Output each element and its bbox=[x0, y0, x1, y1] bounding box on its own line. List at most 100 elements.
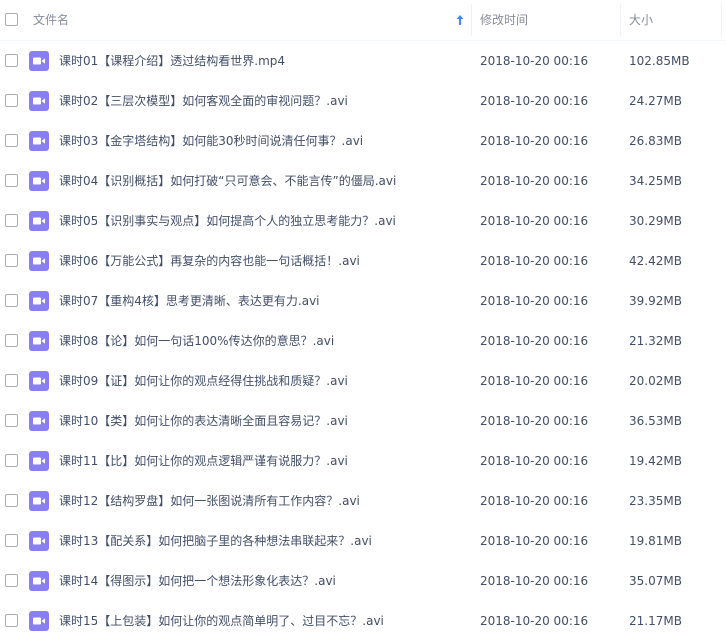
video-file-icon bbox=[29, 371, 49, 391]
video-file-icon bbox=[29, 411, 49, 431]
file-size: 36.53MB bbox=[629, 414, 682, 428]
row-checkbox[interactable] bbox=[5, 294, 18, 307]
file-name[interactable]: 课时06【万能公式】再复杂的内容也能一句话概括！.avi bbox=[59, 241, 360, 281]
row-checkbox[interactable] bbox=[5, 374, 18, 387]
column-header-size[interactable]: 大小 bbox=[629, 0, 653, 40]
file-name[interactable]: 课时08【论】如何一句话100%传达你的意思？.avi bbox=[59, 321, 334, 361]
video-file-icon bbox=[29, 491, 49, 511]
row-checkbox[interactable] bbox=[5, 214, 18, 227]
video-file-icon bbox=[29, 331, 49, 351]
row-checkbox[interactable] bbox=[5, 414, 18, 427]
file-size: 30.29MB bbox=[629, 214, 682, 228]
file-name[interactable]: 课时02【三层次模型】如何客观全面的审视问题？.avi bbox=[59, 81, 348, 121]
file-row[interactable]: 课时03【金字塔结构】如何能30秒时间说清任何事？.avi 2018-10-20 … bbox=[0, 121, 726, 161]
row-checkbox[interactable] bbox=[5, 334, 18, 347]
file-name[interactable]: 课时03【金字塔结构】如何能30秒时间说清任何事？.avi bbox=[59, 121, 363, 161]
file-row[interactable]: 课时14【得图示】如何把一个想法形象化表达？.avi 2018-10-20 00:… bbox=[0, 561, 726, 601]
file-size: 19.81MB bbox=[629, 534, 682, 548]
file-name[interactable]: 课时11【比】如何让你的观点逻辑严谨有说服力？.avi bbox=[59, 441, 348, 481]
file-row[interactable]: 课时09【证】如何让你的观点经得住挑战和质疑？.avi 2018-10-20 00… bbox=[0, 361, 726, 401]
video-file-icon bbox=[29, 211, 49, 231]
file-size: 102.85MB bbox=[629, 54, 690, 68]
row-checkbox[interactable] bbox=[5, 174, 18, 187]
video-file-icon bbox=[29, 571, 49, 591]
file-modified-time: 2018-10-20 00:16 bbox=[480, 494, 589, 508]
row-checkbox[interactable] bbox=[5, 574, 18, 587]
file-modified-time: 2018-10-20 00:16 bbox=[480, 534, 589, 548]
arrow-up-icon[interactable] bbox=[454, 14, 466, 26]
column-divider[interactable] bbox=[620, 4, 621, 36]
file-modified-time: 2018-10-20 00:16 bbox=[480, 254, 589, 268]
file-row[interactable]: 课时11【比】如何让你的观点逻辑严谨有说服力？.avi 2018-10-20 00… bbox=[0, 441, 726, 481]
file-modified-time: 2018-10-20 00:16 bbox=[480, 334, 589, 348]
file-row[interactable]: 课时12【结构罗盘】如何一张图说清所有工作内容？.avi 2018-10-20 0… bbox=[0, 481, 726, 521]
file-size: 35.07MB bbox=[629, 574, 682, 588]
file-name[interactable]: 课时07【重构4核】思考更清晰、表达更有力.avi bbox=[59, 281, 320, 321]
file-modified-time: 2018-10-20 00:16 bbox=[480, 614, 589, 628]
file-name[interactable]: 课时12【结构罗盘】如何一张图说清所有工作内容？.avi bbox=[59, 481, 360, 521]
row-checkbox[interactable] bbox=[5, 134, 18, 147]
file-modified-time: 2018-10-20 00:16 bbox=[480, 374, 589, 388]
file-modified-time: 2018-10-20 00:16 bbox=[480, 574, 589, 588]
file-name[interactable]: 课时14【得图示】如何把一个想法形象化表达？.avi bbox=[59, 561, 336, 601]
file-modified-time: 2018-10-20 00:16 bbox=[480, 94, 589, 108]
file-size: 21.32MB bbox=[629, 334, 682, 348]
file-row[interactable]: 课时01【课程介绍】透过结构看世界.mp4 2018-10-20 00:16 102… bbox=[0, 41, 726, 81]
select-all-checkbox[interactable] bbox=[5, 13, 18, 26]
file-modified-time: 2018-10-20 00:16 bbox=[480, 414, 589, 428]
file-row[interactable]: 课时06【万能公式】再复杂的内容也能一句话概括！.avi 2018-10-20 0… bbox=[0, 241, 726, 281]
video-file-icon bbox=[29, 451, 49, 471]
row-checkbox[interactable] bbox=[5, 94, 18, 107]
file-name[interactable]: 课时01【课程介绍】透过结构看世界.mp4 bbox=[59, 41, 285, 81]
video-file-icon bbox=[29, 171, 49, 191]
file-list: 文件名 修改时间 大小 课时01【课程介绍】透过结构看世界.mp4 2018-10… bbox=[0, 0, 726, 641]
file-rows: 课时01【课程介绍】透过结构看世界.mp4 2018-10-20 00:16 102… bbox=[0, 41, 726, 641]
file-modified-time: 2018-10-20 00:16 bbox=[480, 174, 589, 188]
file-row[interactable]: 课时04【识别概括】如何打破“只可意会、不能言传”的僵局.avi 2018-10-… bbox=[0, 161, 726, 201]
file-size: 26.83MB bbox=[629, 134, 682, 148]
file-size: 23.35MB bbox=[629, 494, 682, 508]
file-size: 24.27MB bbox=[629, 94, 682, 108]
column-divider[interactable] bbox=[471, 4, 472, 36]
video-file-icon bbox=[29, 291, 49, 311]
column-header-name[interactable]: 文件名 bbox=[33, 0, 69, 40]
row-checkbox[interactable] bbox=[5, 494, 18, 507]
file-modified-time: 2018-10-20 00:16 bbox=[480, 134, 589, 148]
file-size: 20.02MB bbox=[629, 374, 682, 388]
file-row[interactable]: 课时08【论】如何一句话100%传达你的意思？.avi 2018-10-20 00… bbox=[0, 321, 726, 361]
row-checkbox[interactable] bbox=[5, 454, 18, 467]
file-modified-time: 2018-10-20 00:16 bbox=[480, 54, 589, 68]
file-row[interactable]: 课时02【三层次模型】如何客观全面的审视问题？.avi 2018-10-20 00… bbox=[0, 81, 726, 121]
column-divider[interactable] bbox=[721, 4, 722, 36]
file-row[interactable]: 课时05【识别事实与观点】如何提高个人的独立思考能力？.avi 2018-10-2… bbox=[0, 201, 726, 241]
file-row[interactable]: 课时15【上包装】如何让你的观点简单明了、过目不忘？.avi 2018-10-20… bbox=[0, 601, 726, 641]
file-list-header: 文件名 修改时间 大小 bbox=[0, 0, 726, 41]
row-checkbox[interactable] bbox=[5, 254, 18, 267]
row-checkbox[interactable] bbox=[5, 614, 18, 627]
file-row[interactable]: 课时07【重构4核】思考更清晰、表达更有力.avi 2018-10-20 00:1… bbox=[0, 281, 726, 321]
file-name[interactable]: 课时13【配关系】如何把脑子里的各种想法串联起来？.avi bbox=[59, 521, 372, 561]
video-file-icon bbox=[29, 531, 49, 551]
file-name[interactable]: 课时05【识别事实与观点】如何提高个人的独立思考能力？.avi bbox=[59, 201, 396, 241]
row-checkbox[interactable] bbox=[5, 534, 18, 547]
file-row[interactable]: 课时10【类】如何让你的表达清晰全面且容易记？.avi 2018-10-20 00… bbox=[0, 401, 726, 441]
file-size: 21.17MB bbox=[629, 614, 682, 628]
file-name[interactable]: 课时15【上包装】如何让你的观点简单明了、过目不忘？.avi bbox=[59, 601, 384, 641]
video-file-icon bbox=[29, 51, 49, 71]
row-checkbox[interactable] bbox=[5, 54, 18, 67]
file-modified-time: 2018-10-20 00:16 bbox=[480, 294, 589, 308]
file-size: 42.42MB bbox=[629, 254, 682, 268]
video-file-icon bbox=[29, 131, 49, 151]
column-header-time[interactable]: 修改时间 bbox=[480, 0, 528, 40]
file-name[interactable]: 课时04【识别概括】如何打破“只可意会、不能言传”的僵局.avi bbox=[59, 161, 396, 201]
file-size: 34.25MB bbox=[629, 174, 682, 188]
video-file-icon bbox=[29, 611, 49, 631]
video-file-icon bbox=[29, 251, 49, 271]
file-name[interactable]: 课时09【证】如何让你的观点经得住挑战和质疑？.avi bbox=[59, 361, 348, 401]
file-row[interactable]: 课时13【配关系】如何把脑子里的各种想法串联起来？.avi 2018-10-20 … bbox=[0, 521, 726, 561]
file-name[interactable]: 课时10【类】如何让你的表达清晰全面且容易记？.avi bbox=[59, 401, 348, 441]
file-size: 19.42MB bbox=[629, 454, 682, 468]
file-size: 39.92MB bbox=[629, 294, 682, 308]
file-modified-time: 2018-10-20 00:16 bbox=[480, 454, 589, 468]
file-modified-time: 2018-10-20 00:16 bbox=[480, 214, 589, 228]
